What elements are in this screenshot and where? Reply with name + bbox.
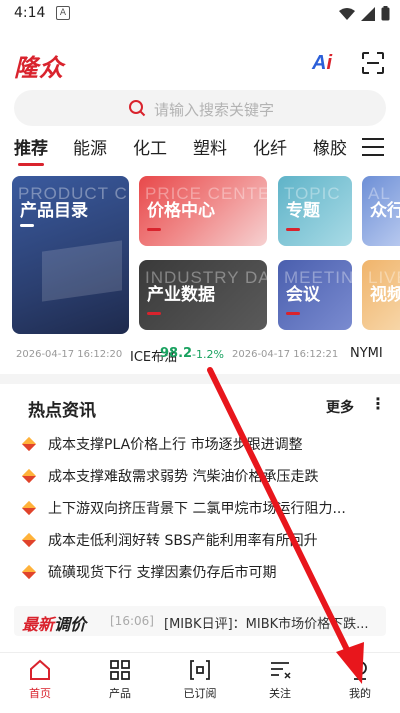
nav-mine[interactable]: 我的: [330, 659, 390, 701]
card-video[interactable]: LIVE 视频: [362, 260, 400, 330]
ticker-name: NYMI: [350, 346, 383, 361]
tab-recommend[interactable]: 推荐: [14, 134, 48, 166]
card-group[interactable]: AL 众行: [362, 176, 400, 246]
diamond-bullet-icon: [21, 500, 37, 516]
nav-label: 首页: [29, 687, 51, 700]
notification-icon: A: [56, 6, 70, 20]
app-logo: 隆众: [14, 53, 64, 82]
ticker-time: 2026-04-17 16:12:21: [232, 349, 339, 360]
diamond-bullet-icon: [21, 564, 37, 580]
user-icon: [353, 661, 367, 680]
grid-icon: [110, 660, 130, 680]
ticker-time: 2026-04-17 16:12:20: [16, 349, 123, 360]
signal-icon: [361, 6, 375, 21]
nav-label: 产品: [109, 687, 131, 700]
nav-label: 我的: [349, 687, 371, 700]
nav-label: 关注: [269, 687, 291, 700]
battery-icon: [381, 6, 390, 21]
news-text: 上下游双向挤压背景下 二氯甲烷市场运行阻力...: [48, 501, 346, 517]
card-underline: [286, 312, 300, 315]
hot-news-panel: 热点资讯 更多 ⋮ 成本支撑PLA价格上行 市场逐步跟进调整 成本支撑难敌需求弱…: [14, 384, 386, 600]
news-text: 成本支撑PLA价格上行 市场逐步跟进调整: [48, 437, 303, 453]
ai-label-i: i: [326, 52, 333, 74]
nav-subscribed[interactable]: 已订阅: [170, 659, 230, 701]
ticker-value: 98.2: [160, 346, 193, 361]
card-label: 视频: [370, 285, 400, 305]
card-label: 产品目录: [20, 201, 88, 221]
home-icon: [30, 659, 50, 680]
card-underline: [20, 224, 34, 227]
app-header: 隆众 Ai: [0, 40, 400, 90]
status-time: 4:14: [14, 5, 46, 21]
subscribe-icon: [190, 660, 210, 680]
card-industry-data[interactable]: INDUSTRY DA 产业数据: [139, 260, 267, 330]
card-product-catalog[interactable]: PRODUCT C 产品目录: [12, 176, 129, 334]
category-tabs: 推荐 能源 化工 塑料 化纤 橡胶: [0, 134, 400, 166]
follow-icon: [271, 662, 291, 679]
price-adjust-time: [16:06]: [110, 614, 154, 628]
news-text: 成本走低利润好转 SBS产能利用率有所回升: [48, 533, 318, 549]
latest-price-adjustment[interactable]: 最新调价 [16:06] [MIBK日评]：MIBK市场价格下跌...: [14, 606, 386, 636]
menu-icon[interactable]: [362, 138, 384, 162]
more-options-icon[interactable]: ⋮: [370, 394, 386, 413]
news-item[interactable]: 硫磺现货下行 支撑因素仍存后市可期: [21, 562, 364, 584]
section-divider: [0, 374, 400, 384]
news-item[interactable]: 上下游双向挤压背景下 二氯甲烷市场运行阻力...: [21, 498, 364, 520]
bottom-navigation: 首页 产品 已订阅 关注 我的: [0, 652, 400, 713]
search-placeholder: 请输入搜索关键字: [154, 101, 275, 119]
search-icon: [129, 100, 146, 117]
card-label: 专题: [286, 201, 320, 221]
card-decoration: [42, 240, 122, 302]
brand-dark-text: 调价: [54, 615, 87, 634]
ticker-change: -1.2%: [192, 348, 224, 361]
search-bar[interactable]: 请输入搜索关键字: [14, 90, 386, 126]
wifi-icon: [339, 7, 355, 20]
nav-label: 已订阅: [183, 687, 217, 700]
news-more-link[interactable]: 更多: [326, 397, 354, 417]
ai-button[interactable]: Ai: [312, 52, 332, 75]
card-label: 产业数据: [147, 285, 215, 305]
news-text: 成本支撑难敌需求弱势 汽柴油价格承压走跌: [48, 469, 319, 485]
status-bar: 4:14 A: [0, 0, 400, 28]
news-item[interactable]: 成本支撑PLA价格上行 市场逐步跟进调整: [21, 434, 364, 456]
ai-label-a: A: [312, 52, 327, 74]
card-label: 会议: [286, 285, 320, 305]
diamond-bullet-icon: [21, 532, 37, 548]
tab-plastic[interactable]: 塑料: [193, 134, 227, 159]
tab-rubber[interactable]: 橡胶: [313, 134, 347, 159]
card-underline: [286, 228, 300, 231]
diamond-bullet-icon: [21, 468, 37, 484]
card-topic[interactable]: TOPIC 专题: [278, 176, 352, 246]
price-adjust-message: [MIBK日评]：MIBK市场价格下跌...: [164, 617, 369, 632]
brand-red-text: 最新: [22, 615, 55, 634]
news-item[interactable]: 成本走低利润好转 SBS产能利用率有所回升: [21, 530, 364, 552]
market-ticker[interactable]: 2026-04-17 16:12:20 ICE布油 98.2 -1.2% 202…: [0, 346, 400, 364]
tab-chemical[interactable]: 化工: [133, 134, 167, 159]
card-label: 众行: [370, 201, 400, 221]
diamond-bullet-icon: [21, 436, 37, 452]
card-underline: [147, 312, 161, 315]
nav-products[interactable]: 产品: [90, 659, 150, 701]
card-underline: [147, 228, 161, 231]
scan-icon[interactable]: [362, 52, 384, 74]
nav-follow[interactable]: 关注: [250, 659, 310, 701]
tab-fiber[interactable]: 化纤: [253, 134, 287, 159]
card-price-center[interactable]: PRICE CENTE 价格中心: [139, 176, 267, 246]
tab-energy[interactable]: 能源: [73, 134, 107, 159]
price-adjust-brand: 最新调价: [22, 611, 86, 635]
card-label: 价格中心: [147, 201, 215, 221]
news-item[interactable]: 成本支撑难敌需求弱势 汽柴油价格承压走跌: [21, 466, 364, 488]
news-text: 硫磺现货下行 支撑因素仍存后市可期: [48, 565, 277, 581]
card-meeting[interactable]: MEETIN 会议: [278, 260, 352, 330]
news-title: 热点资讯: [28, 401, 96, 421]
nav-home[interactable]: 首页: [10, 659, 70, 701]
